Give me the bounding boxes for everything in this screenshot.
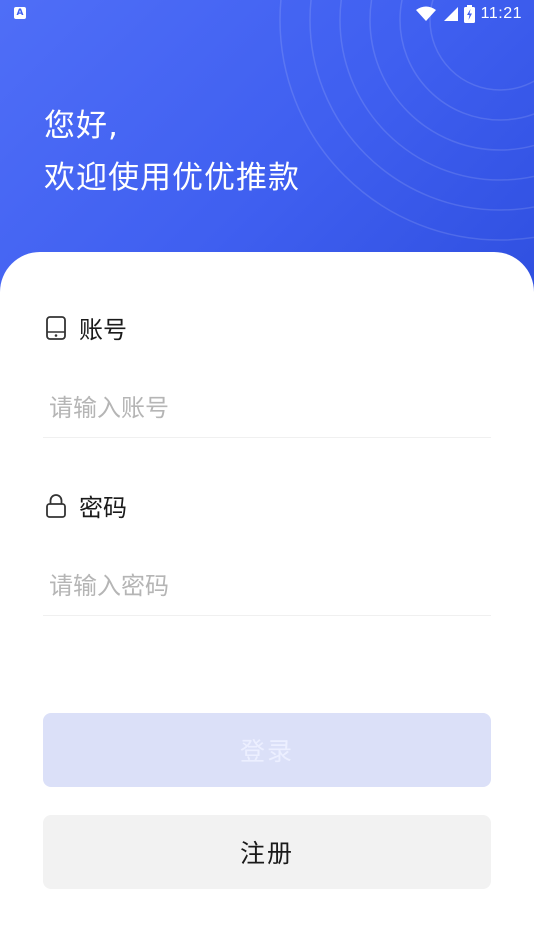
lock-icon bbox=[46, 493, 66, 518]
phone-icon bbox=[46, 315, 66, 340]
login-button[interactable]: 登录 bbox=[43, 713, 491, 787]
status-time: 11:21 bbox=[480, 5, 522, 22]
signal-icon bbox=[443, 7, 458, 21]
greeting: 您好, 欢迎使用优优推款 bbox=[44, 100, 300, 204]
wifi-icon bbox=[415, 6, 436, 21]
status-icons: 11:21 bbox=[415, 4, 522, 24]
password-input[interactable] bbox=[43, 556, 491, 616]
register-button[interactable]: 注册 bbox=[43, 815, 491, 889]
greeting-line-1: 您好, bbox=[44, 108, 119, 144]
account-label: 账号 bbox=[45, 310, 127, 345]
account-label-text: 账号 bbox=[79, 316, 127, 344]
battery-icon bbox=[463, 5, 475, 23]
status-bar: A 11:21 bbox=[0, 0, 534, 28]
greeting-line-2: 欢迎使用优优推款 bbox=[44, 160, 300, 196]
notification-icon: A bbox=[14, 7, 26, 19]
password-label: 密码 bbox=[45, 488, 127, 523]
account-input[interactable] bbox=[43, 378, 491, 438]
password-label-text: 密码 bbox=[79, 494, 127, 522]
